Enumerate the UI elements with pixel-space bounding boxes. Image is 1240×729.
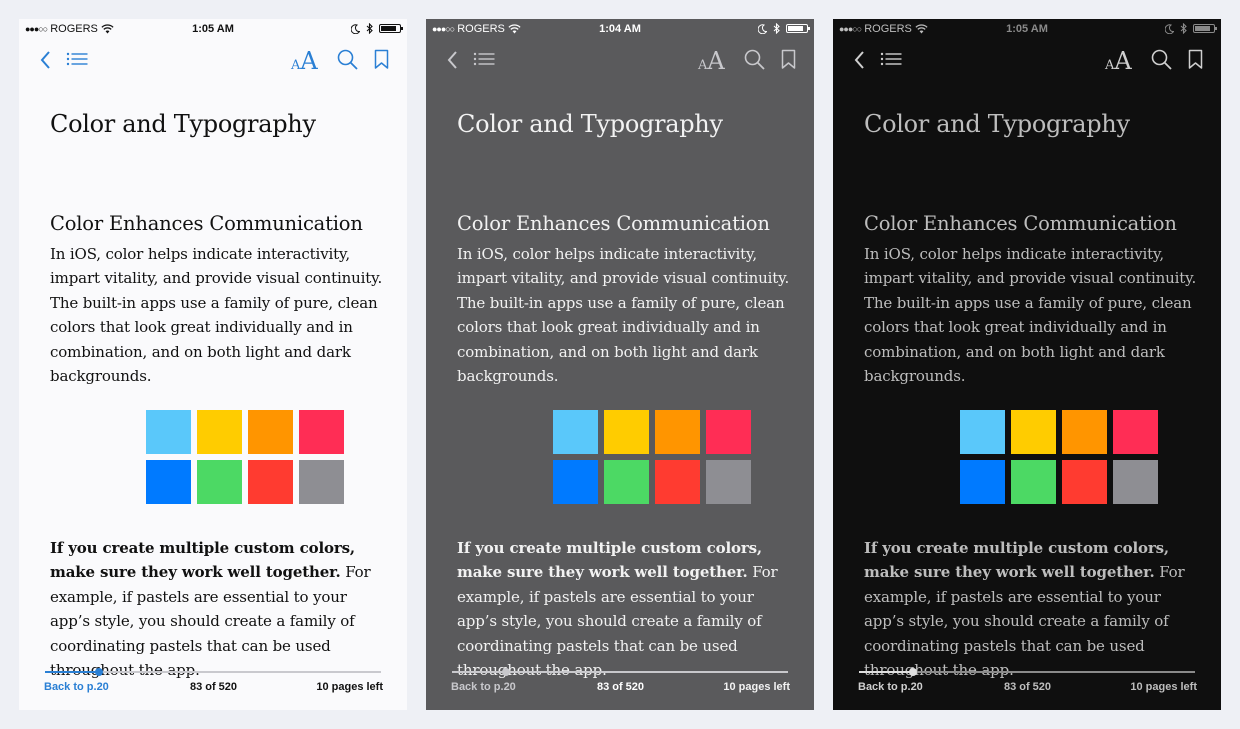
page-scrubber[interactable] [45, 668, 381, 676]
color-swatch [1011, 410, 1056, 454]
moon-icon [758, 23, 767, 34]
color-swatch-grid [146, 410, 344, 504]
color-swatch [553, 460, 598, 504]
battery-icon [786, 24, 810, 33]
color-swatch-grid [553, 410, 751, 504]
color-swatch-grid [960, 410, 1158, 504]
page-scrubber-fill [452, 671, 506, 673]
color-swatch [299, 410, 344, 454]
status-time: 1:04 AM [599, 23, 641, 35]
color-swatch [553, 410, 598, 454]
chapter-title: Color and Typography [50, 110, 316, 138]
bookmark-icon[interactable] [1188, 49, 1203, 70]
reader-footer: Back to p.20 83 of 520 10 pages left [44, 681, 383, 697]
color-swatch [706, 460, 751, 504]
reader-screen-white: ●●●○○ ROGERS 1:05 AM AA Color and Typogr… [19, 19, 407, 710]
pages-left: 10 pages left [1130, 681, 1197, 693]
color-swatch [1062, 410, 1107, 454]
battery-icon [1193, 24, 1217, 33]
color-swatch [1113, 410, 1158, 454]
color-swatch [248, 410, 293, 454]
bookmark-icon[interactable] [781, 49, 796, 70]
color-swatch [960, 460, 1005, 504]
page-scrubber[interactable] [452, 668, 788, 676]
emphasis-text: If you create multiple custom colors, ma… [457, 539, 762, 582]
color-swatch [146, 460, 191, 504]
body-paragraph: In iOS, color helps indicate interactivi… [457, 245, 790, 386]
bluetooth-icon [773, 23, 780, 34]
color-swatch [248, 460, 293, 504]
table-of-contents-icon[interactable] [880, 51, 902, 67]
body-paragraph-2: If you create multiple custom colors, ma… [864, 536, 1199, 682]
chapter-title: Color and Typography [457, 110, 723, 138]
color-swatch [197, 460, 242, 504]
font-size-icon[interactable]: AA [1105, 47, 1132, 75]
table-of-contents-icon[interactable] [473, 51, 495, 67]
reader-footer: Back to p.20 83 of 520 10 pages left [451, 681, 790, 697]
table-of-contents-icon[interactable] [66, 51, 88, 67]
body-paragraph: In iOS, color helps indicate interactivi… [864, 245, 1197, 386]
bluetooth-icon [366, 23, 373, 34]
reader-toolbar: AA [833, 47, 1221, 81]
reader-screen-gray: ●●●○○ ROGERS 1:04 AM AA Color and Typogr… [426, 19, 814, 710]
section-heading: Color Enhances Communication [457, 212, 770, 235]
moon-icon [351, 23, 360, 34]
battery-icon [379, 24, 403, 33]
pages-left: 10 pages left [316, 681, 383, 693]
page-scrubber-fill [859, 671, 913, 673]
status-bar: ●●●○○ ROGERS 1:04 AM [426, 19, 814, 39]
bluetooth-icon [1180, 23, 1187, 34]
search-icon[interactable] [744, 49, 766, 71]
back-chevron-icon[interactable] [39, 49, 51, 71]
color-swatch [960, 410, 1005, 454]
page-scrubber-knob[interactable] [908, 668, 917, 676]
emphasis-text: If you create multiple custom colors, ma… [50, 539, 355, 582]
status-time: 1:05 AM [1006, 23, 1048, 35]
color-swatch [1113, 460, 1158, 504]
color-swatch [1062, 460, 1107, 504]
color-swatch [655, 460, 700, 504]
back-chevron-icon[interactable] [853, 49, 865, 71]
color-swatch [655, 410, 700, 454]
moon-icon [1165, 23, 1174, 34]
page-scrubber-fill [45, 671, 99, 673]
section-heading: Color Enhances Communication [864, 212, 1177, 235]
color-swatch [604, 460, 649, 504]
font-size-icon[interactable]: AA [698, 47, 725, 75]
body-paragraph-2: If you create multiple custom colors, ma… [457, 536, 792, 682]
search-icon[interactable] [1151, 49, 1173, 71]
body-paragraph-2: If you create multiple custom colors, ma… [50, 536, 385, 682]
reader-footer: Back to p.20 83 of 520 10 pages left [858, 681, 1197, 697]
font-size-icon[interactable]: AA [291, 47, 318, 75]
pages-left: 10 pages left [723, 681, 790, 693]
page-scrubber-knob[interactable] [501, 668, 510, 676]
status-bar: ●●●○○ ROGERS 1:05 AM [833, 19, 1221, 39]
color-swatch [197, 410, 242, 454]
back-chevron-icon[interactable] [446, 49, 458, 71]
color-swatch [146, 410, 191, 454]
page-scrubber-knob[interactable] [94, 668, 103, 676]
status-bar: ●●●○○ ROGERS 1:05 AM [19, 19, 407, 39]
reader-screen-night: ●●●○○ ROGERS 1:05 AM AA Color and Typogr… [833, 19, 1221, 710]
status-time: 1:05 AM [192, 23, 234, 35]
reader-toolbar: AA [426, 47, 814, 81]
color-swatch [299, 460, 344, 504]
search-icon[interactable] [337, 49, 359, 71]
reader-toolbar: AA [19, 47, 407, 81]
color-swatch [604, 410, 649, 454]
emphasis-text: If you create multiple custom colors, ma… [864, 539, 1169, 582]
section-heading: Color Enhances Communication [50, 212, 363, 235]
page-scrubber[interactable] [859, 668, 1195, 676]
chapter-title: Color and Typography [864, 110, 1130, 138]
bookmark-icon[interactable] [374, 49, 389, 70]
color-swatch [1011, 460, 1056, 504]
color-swatch [706, 410, 751, 454]
body-paragraph: In iOS, color helps indicate interactivi… [50, 245, 383, 386]
